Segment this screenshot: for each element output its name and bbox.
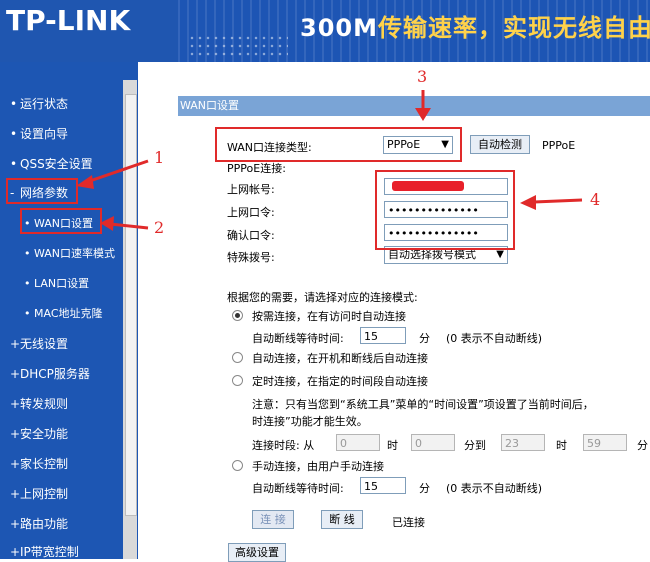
annotation-number-1: 1 [154,148,165,167]
annotation-number-3: 3 [417,67,428,86]
annotation-number-2: 2 [154,218,165,237]
annotation-number-4: 4 [590,190,601,209]
annotation-arrows [76,90,583,231]
